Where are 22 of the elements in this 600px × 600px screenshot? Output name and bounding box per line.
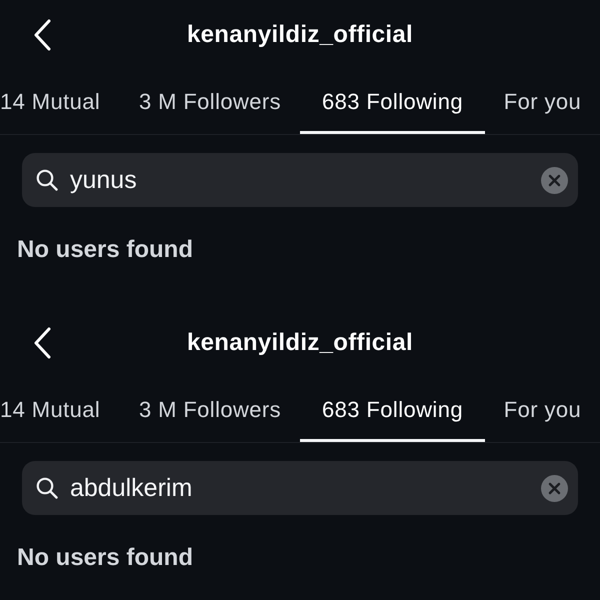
back-icon[interactable] [33,19,51,51]
search-field[interactable]: abdulkerim [22,461,578,515]
tab[interactable]: 14 Mutual [0,70,120,134]
clear-icon[interactable] [541,166,568,194]
search-input[interactable]: abdulkerim [70,474,529,502]
search-field[interactable]: yunus [22,153,578,207]
tab[interactable]: For you [485,70,600,134]
tab[interactable]: 683 Following [300,70,485,134]
tab[interactable]: 3 M Followers [120,70,300,134]
search-input[interactable]: yunus [70,166,529,194]
tab[interactable]: For you [485,378,600,442]
tab[interactable]: 3 M Followers [120,378,300,442]
empty-message: No users found [17,544,194,572]
empty-message: No users found [17,236,194,264]
back-icon[interactable] [33,327,51,359]
clear-icon[interactable] [541,474,568,502]
profile-title: kenanyildiz_official [186,21,414,49]
search-icon [36,169,58,191]
tab[interactable]: 683 Following [300,378,485,442]
profile-title: kenanyildiz_official [186,329,414,357]
search-icon [36,477,58,499]
tab[interactable]: 14 Mutual [0,378,120,442]
